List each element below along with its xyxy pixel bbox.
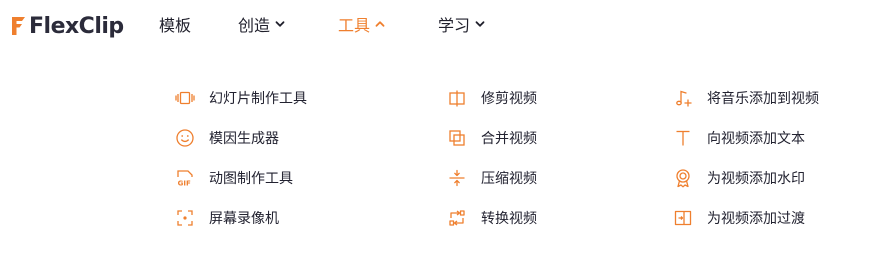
text-icon xyxy=(672,127,694,149)
menu-item-slideshow-maker[interactable]: 幻灯片制作工具 xyxy=(174,87,307,109)
menu-item-gif-maker[interactable]: GIF 动图制作工具 xyxy=(174,167,293,189)
flexclip-logo[interactable]: FlexClip xyxy=(9,10,124,42)
nav-item-create[interactable]: 创造 xyxy=(238,12,285,36)
menu-item-merge-video[interactable]: 合并视频 xyxy=(446,127,537,149)
menu-item-label: 为视频添加水印 xyxy=(707,171,805,187)
menu-item-add-music-to-video[interactable]: 将音乐添加到视频 xyxy=(672,87,819,109)
menu-item-label: 合并视频 xyxy=(481,131,537,147)
merge-icon xyxy=(446,127,468,149)
chevron-down-icon xyxy=(475,21,485,27)
watermark-badge-icon xyxy=(672,167,694,189)
menu-item-label: 将音乐添加到视频 xyxy=(707,91,819,107)
nav-item-learn[interactable]: 学习 xyxy=(438,12,485,36)
menu-item-meme-generator[interactable]: 模因生成器 xyxy=(174,127,279,149)
nav-item-label: 创造 xyxy=(238,16,271,35)
menu-item-label: 屏幕录像机 xyxy=(209,211,279,227)
menu-item-label: 动图制作工具 xyxy=(209,171,293,187)
screen-record-icon xyxy=(174,207,196,229)
svg-text:GIF: GIF xyxy=(178,180,191,188)
nav-item-templates[interactable]: 模板 xyxy=(159,12,191,36)
menu-item-label: 模因生成器 xyxy=(209,131,279,147)
chevron-up-icon xyxy=(375,21,385,27)
menu-item-add-text-to-video[interactable]: 向视频添加文本 xyxy=(672,127,805,149)
menu-item-label: 转换视频 xyxy=(481,211,537,227)
menu-item-screen-recorder[interactable]: 屏幕录像机 xyxy=(174,207,279,229)
flexclip-logo-mark-icon xyxy=(12,17,25,35)
menu-item-label: 向视频添加文本 xyxy=(707,131,805,147)
menu-item-label: 为视频添加过渡 xyxy=(707,211,805,227)
gif-icon: GIF xyxy=(174,167,196,189)
menu-item-label: 修剪视频 xyxy=(481,91,537,107)
compress-icon xyxy=(446,167,468,189)
menu-item-compress-video[interactable]: 压缩视频 xyxy=(446,167,537,189)
menu-item-convert-video[interactable]: 转换视频 xyxy=(446,207,537,229)
slideshow-icon xyxy=(174,87,196,109)
nav-item-label: 模板 xyxy=(159,16,192,35)
menu-item-add-watermark-to-video[interactable]: 为视频添加水印 xyxy=(672,167,805,189)
transition-icon xyxy=(672,207,694,229)
menu-item-add-transition-to-video[interactable]: 为视频添加过渡 xyxy=(672,207,805,229)
menu-item-label: 压缩视频 xyxy=(481,171,537,187)
convert-icon xyxy=(446,207,468,229)
music-add-icon xyxy=(672,87,694,109)
nav-item-label: 学习 xyxy=(438,16,471,35)
chevron-down-icon xyxy=(275,21,285,27)
menu-item-label: 幻灯片制作工具 xyxy=(209,91,307,107)
nav-item-label: 工具 xyxy=(338,16,371,35)
menu-item-trim-video[interactable]: 修剪视频 xyxy=(446,87,537,109)
brand-name: FlexClip xyxy=(29,13,124,39)
trim-icon xyxy=(446,87,468,109)
nav-item-tools[interactable]: 工具 xyxy=(338,12,385,36)
smiley-icon xyxy=(174,127,196,149)
page: FlexClip 模板 创造 工具 学习 幻灯片制作工具 模因生成器 GIF 动… xyxy=(0,0,880,262)
